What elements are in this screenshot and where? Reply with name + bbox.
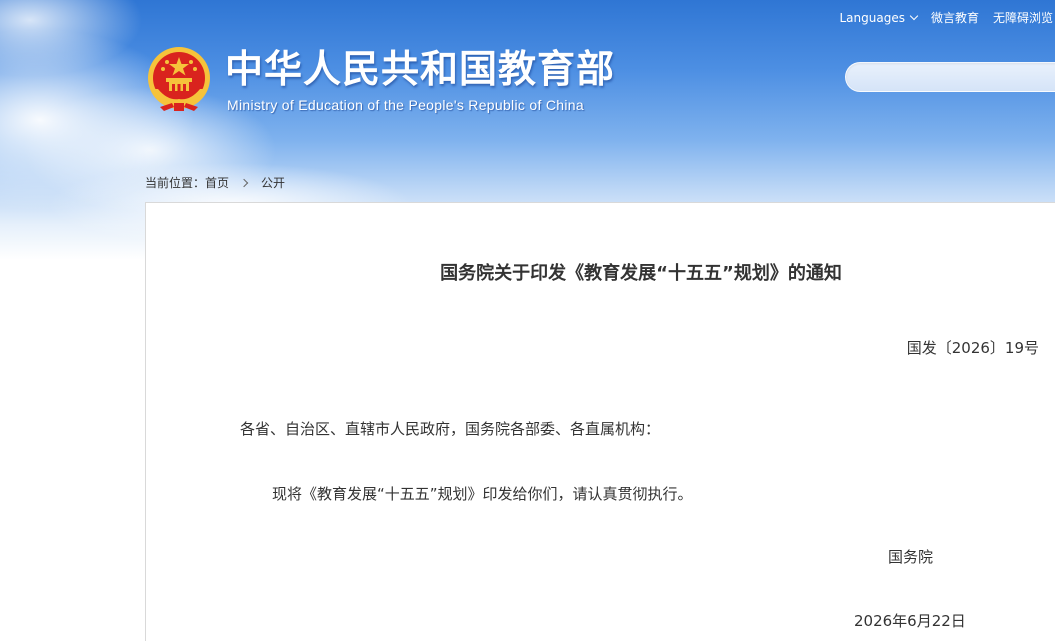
document-panel: 国务院关于印发《教育发展“十五五”规划》的通知 国发〔2026〕19号 各省、自… — [145, 202, 1055, 641]
languages-label: Languages — [839, 10, 905, 25]
breadcrumb-prefix: 当前位置： — [145, 176, 206, 190]
languages-dropdown[interactable]: Languages — [839, 10, 919, 25]
search-input[interactable] — [846, 63, 1055, 91]
site-title[interactable]: 中华人民共和国教育部 — [225, 47, 615, 91]
document-number: 国发〔2026〕19号 — [906, 339, 1039, 357]
weibo-link[interactable]: 微言教育 — [931, 9, 979, 26]
accessibility-link[interactable]: 无障碍浏览 — [993, 9, 1053, 26]
document-date: 2026年6月22日 — [854, 612, 966, 630]
search-box[interactable] — [845, 62, 1055, 92]
site-subtitle: Ministry of Education of the People's Re… — [227, 97, 584, 113]
national-emblem-icon — [148, 47, 210, 111]
document-signer: 国务院 — [888, 548, 934, 566]
breadcrumb-current-link[interactable]: 公开 — [261, 174, 285, 191]
document-title: 国务院关于印发《教育发展“十五五”规划》的通知 — [440, 263, 842, 284]
top-links: Languages 微言教育 无障碍浏览 — [839, 9, 1053, 26]
breadcrumb-home-link[interactable]: 首页 — [205, 174, 229, 191]
chevron-right-icon — [239, 178, 249, 187]
page: Languages 微言教育 无障碍浏览 中华人民共和国教育部 Ministry… — [0, 0, 1055, 641]
document-body: 现将《教育发展“十五五”规划》印发给你们，请认真贯彻执行。 — [272, 485, 693, 503]
breadcrumb: 当前位置： 首页 公开 — [145, 174, 285, 191]
document-addressee: 各省、自治区、直辖市人民政府，国务院各部委、各直属机构： — [240, 420, 661, 438]
chevron-down-icon — [909, 11, 919, 20]
